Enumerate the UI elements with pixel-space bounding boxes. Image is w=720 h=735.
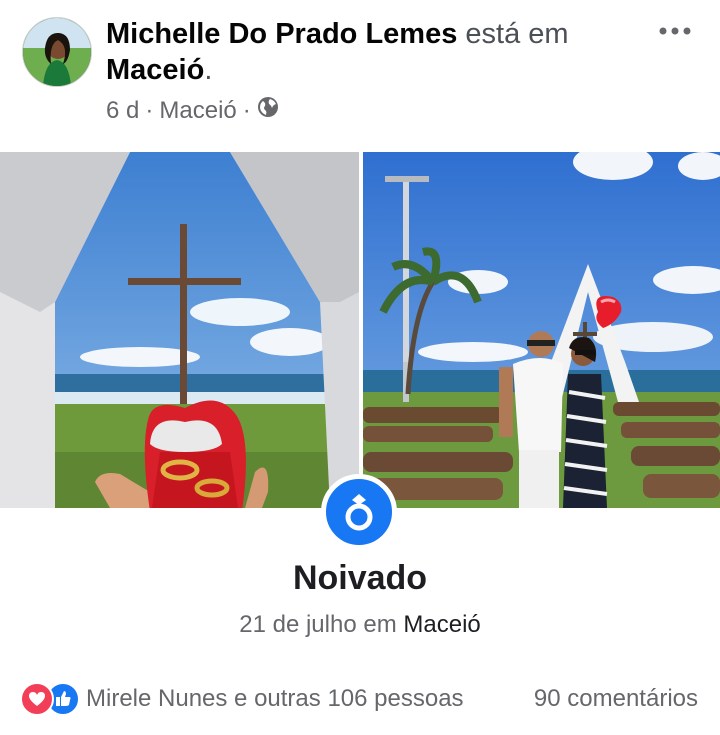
- event-badge: [321, 474, 397, 550]
- meta-location[interactable]: Maceió: [159, 96, 236, 126]
- post-author-line: Michelle Do Prado Lemes está em Maceió.: [106, 16, 646, 88]
- author-avatar[interactable]: [22, 17, 92, 87]
- event-title: Noivado: [292, 559, 428, 597]
- author-name[interactable]: Michelle Do Prado Lemes: [106, 18, 457, 50]
- ring-icon: [345, 494, 373, 531]
- checkin-location[interactable]: Maceió: [106, 54, 204, 86]
- globe-icon: [257, 96, 279, 126]
- post-footer: Mirele Nunes e outras 106 pessoas 90 com…: [0, 676, 720, 722]
- meta-separator: ·: [145, 97, 154, 124]
- reaction-icons[interactable]: [20, 682, 80, 716]
- location-suffix: .: [204, 54, 213, 86]
- post-meta: 6 d · Maceió ·: [106, 96, 279, 126]
- photo-couple[interactable]: [363, 152, 720, 508]
- more-options-button[interactable]: [650, 14, 700, 48]
- event-place[interactable]: Maceió: [403, 611, 480, 638]
- comments-count[interactable]: 90 comentários: [534, 684, 698, 714]
- meta-separator-2: ·: [242, 97, 251, 124]
- event-date: 21 de julho em: [239, 611, 397, 638]
- love-reaction-icon: [20, 682, 54, 716]
- photo-cross-rings[interactable]: [0, 152, 359, 508]
- more-options-icon: [659, 27, 691, 35]
- activity-text: está em: [457, 18, 569, 50]
- post-header: Michelle Do Prado Lemes está em Maceió. …: [0, 0, 720, 150]
- post-photos: [0, 152, 720, 508]
- reaction-summary[interactable]: Mirele Nunes e outras 106 pessoas: [86, 684, 464, 714]
- post-time[interactable]: 6 d: [106, 96, 139, 126]
- event-subtitle: 21 de julho em Maceió: [0, 609, 720, 641]
